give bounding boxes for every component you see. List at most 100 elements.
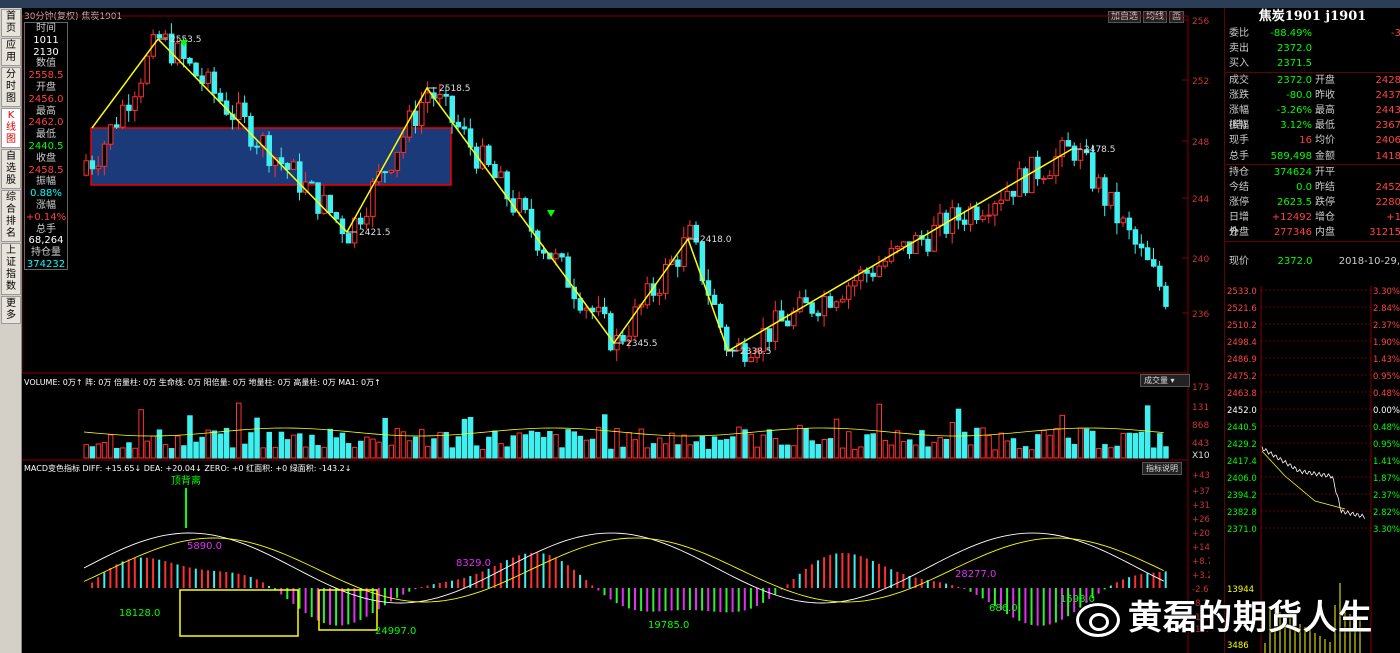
side-tab[interactable]: 综合排名	[1, 190, 21, 242]
volume-bar	[1059, 414, 1065, 459]
peak-label: 2478.5	[1084, 145, 1116, 155]
quote-value-2: 2280	[1375, 197, 1400, 209]
candle	[400, 136, 407, 153]
info-low-label: 最低	[36, 129, 56, 141]
candle	[620, 335, 626, 342]
side-tab[interactable]: 应用	[1, 38, 21, 66]
volume-bar	[242, 443, 248, 459]
volume-bar	[846, 431, 852, 459]
side-tab[interactable]: K线图	[1, 108, 21, 148]
candle	[1144, 247, 1151, 261]
candle	[846, 285, 852, 300]
volume-bar	[382, 417, 388, 459]
candle	[656, 292, 663, 296]
candle	[211, 71, 218, 94]
quote-value-2: 2428	[1375, 74, 1400, 86]
volume-bar	[394, 428, 401, 459]
volume-tick: 1311	[1192, 403, 1210, 413]
volume-bar	[168, 448, 175, 459]
volume-bar	[1016, 447, 1023, 459]
volume-bar	[144, 440, 150, 459]
candle	[419, 101, 425, 127]
volume-bar	[547, 431, 553, 459]
volume-bar	[327, 428, 333, 459]
kline-chart[interactable]: 2565.42525.62485.82446.02406.22366.42553…	[22, 8, 1210, 653]
volume-bar	[364, 436, 370, 459]
side-tab[interactable]: 首页	[1, 9, 21, 37]
candle	[675, 259, 681, 267]
mini-price-tick: 2510.2	[1227, 321, 1257, 331]
volume-bar	[925, 446, 931, 459]
volume-bar	[492, 430, 498, 459]
volume-bar	[1004, 440, 1011, 459]
side-tab[interactable]: 分时图	[1, 67, 21, 107]
volume-bar	[705, 448, 712, 459]
candle	[138, 82, 144, 98]
volume-bar	[1151, 447, 1157, 459]
volume-bar	[473, 445, 480, 459]
side-tab[interactable]: 更多	[1, 296, 21, 324]
quote-row: 持仓 374624 开平	[1225, 165, 1400, 180]
quote-row: 委比 -88.49% -3	[1225, 26, 1400, 41]
candle	[394, 151, 401, 171]
volume-title: VOLUME: 0万↑ 阵: 0万 倍量柱: 0万 生命线: 0万 阳倍量: 0…	[24, 377, 381, 388]
candle	[559, 253, 565, 258]
quote-label-2: 开平	[1315, 166, 1335, 178]
quote-value: 2372.0	[1277, 74, 1312, 86]
weibo-icon	[1076, 602, 1120, 637]
quote-value-2: -3	[1391, 28, 1400, 39]
candle	[242, 102, 248, 118]
info-vol: 68,264	[28, 235, 64, 247]
volume-bar	[412, 436, 419, 459]
mini-pct-tick: 0.00%	[1373, 406, 1400, 416]
volume-bar	[1096, 448, 1102, 459]
candle	[1102, 177, 1108, 206]
quote-label: 总手	[1229, 150, 1249, 162]
candle	[358, 217, 364, 225]
quote-label: 卖出	[1229, 43, 1249, 55]
quote-label-2	[1315, 41, 1343, 56]
quote-label: 买入	[1229, 58, 1249, 70]
volume-dropdown[interactable]: 成交量 ▾	[1140, 374, 1190, 387]
mini-pct-tick: 0.95%	[1373, 440, 1400, 450]
volume-bar	[101, 442, 108, 459]
quote-row: 涨幅(结) -3.26% 最高 2443	[1225, 103, 1400, 131]
side-tab[interactable]: 上证指数	[1, 243, 21, 295]
quote-row: 买入 2371.5	[1225, 56, 1400, 71]
candle	[443, 93, 449, 97]
volume-bar	[821, 439, 828, 459]
volume-bar	[419, 428, 425, 459]
mini-pct-tick: 2.37%	[1373, 491, 1400, 501]
indicator-help-button[interactable]: 指标说明	[1142, 462, 1182, 475]
volume-bar	[730, 436, 736, 459]
side-tab[interactable]: 自选股	[1, 149, 21, 189]
quote-value-2: 2452	[1375, 181, 1400, 193]
volume-bar	[1065, 437, 1072, 459]
candle	[492, 164, 498, 179]
candle	[315, 182, 321, 214]
quote-table: 委比 -88.49% -3 卖出 2372.0 买入 2371.5 成交 2372.0 开盘 242…	[1225, 26, 1400, 242]
mini-price-tick: 2382.8	[1227, 508, 1257, 518]
mini-price-tick: 2498.4	[1227, 338, 1257, 348]
quote-label: 涨跌	[1229, 89, 1249, 101]
candle	[937, 212, 943, 226]
candle	[406, 110, 413, 138]
watermark-text: 黄磊的期货人生	[1128, 598, 1373, 638]
candle	[412, 110, 419, 127]
candle	[449, 95, 455, 123]
volume-bar	[199, 436, 205, 459]
volume-bar	[797, 424, 803, 459]
info-oi-label: 持仓量	[31, 247, 61, 259]
quote-value-2: 2437	[1375, 89, 1400, 101]
volume-bar	[1120, 432, 1126, 459]
volume-bar	[937, 437, 943, 459]
volume-bar	[663, 443, 669, 459]
quote-row: 总手 589,498 金额 1418	[1225, 149, 1400, 164]
volume-tick: 443	[1192, 439, 1209, 449]
candle	[785, 320, 791, 327]
macd-tick: +8.79	[1192, 557, 1210, 567]
mini-price-line	[1261, 446, 1366, 519]
macd-tick: +26.13	[1192, 515, 1210, 525]
volume-bar	[425, 445, 431, 459]
volume-bar	[650, 443, 657, 459]
